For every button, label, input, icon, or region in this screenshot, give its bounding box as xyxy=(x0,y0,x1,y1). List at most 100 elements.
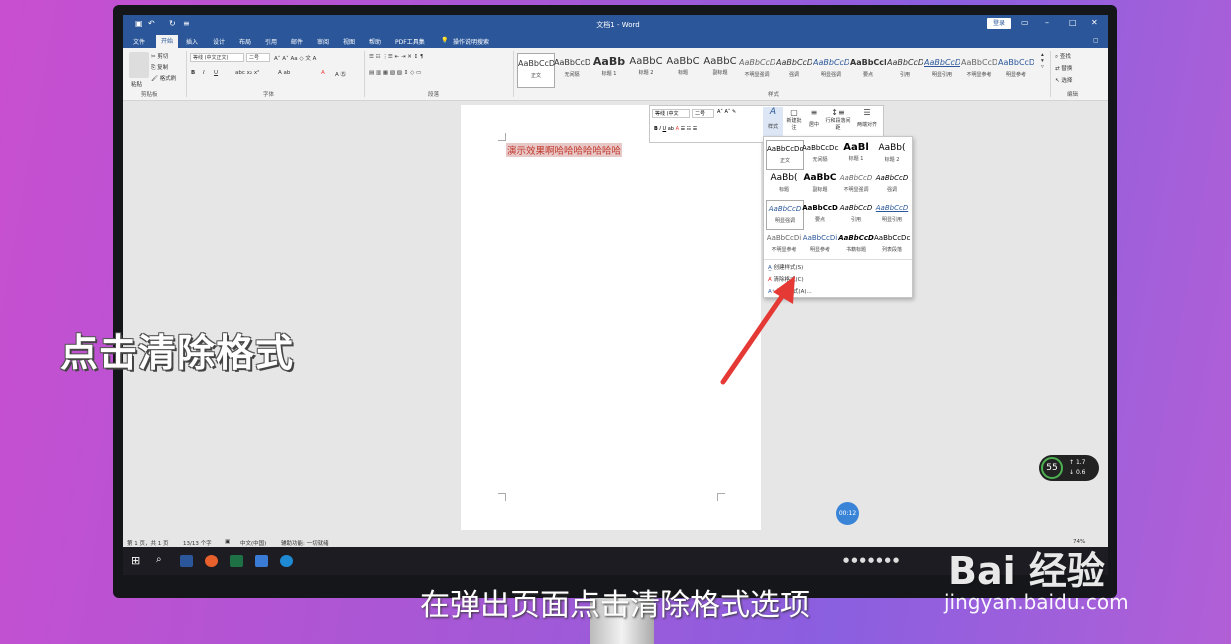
copy-button[interactable]: ⎘ 复制 xyxy=(151,63,168,72)
char-shading-icon[interactable]: A ㊄ xyxy=(335,70,346,78)
font-name-select[interactable]: 等线 (中文正文) xyxy=(190,53,244,62)
tab-references[interactable]: 引用 xyxy=(265,37,277,46)
popup-style-tile[interactable]: AaBl 标题 1 xyxy=(838,140,874,168)
redo-icon[interactable]: ↻ xyxy=(169,19,176,28)
minimize-icon[interactable]: – xyxy=(1045,18,1049,27)
popup-style-tile[interactable]: AaBbCcD 引用 xyxy=(838,200,874,228)
tab-mailings[interactable]: 邮件 xyxy=(291,37,303,46)
style-tile[interactable]: AaBb 标题 1 xyxy=(591,53,627,86)
system-tray-icons[interactable]: ● ● ● ● ● ● ● xyxy=(843,556,899,564)
tab-layout[interactable]: 布局 xyxy=(239,37,251,46)
selected-text[interactable]: 演示效果啊哈哈哈哈哈哈哈 xyxy=(506,143,623,157)
popup-style-tile[interactable]: AaBbCcDc 无间隔 xyxy=(802,140,838,168)
customize-icon[interactable]: ≡ xyxy=(183,19,190,28)
paste-icon[interactable] xyxy=(129,52,149,78)
tab-review[interactable]: 审阅 xyxy=(317,37,329,46)
edge-taskbar-icon[interactable] xyxy=(280,555,293,567)
popup-style-tile[interactable]: AaBbCcD 明显引用 xyxy=(874,200,910,228)
style-tile[interactable]: AaBbCcDc正文 xyxy=(517,53,555,88)
popup-style-tile[interactable]: AaBbCcDc 正文 xyxy=(766,140,804,170)
text-effects-icon[interactable]: A ab xyxy=(278,70,290,76)
excel-taskbar-icon[interactable] xyxy=(230,555,243,567)
mini-font-select[interactable]: 等线 (中文 xyxy=(652,109,690,118)
style-tile[interactable]: AaBbCcD 引用 xyxy=(887,53,923,86)
popup-style-tile[interactable]: AaBbCcDi 不明显参考 xyxy=(766,230,802,258)
style-tile[interactable]: AaBbCcD 明显引用 xyxy=(924,53,960,86)
grow-font-icon[interactable]: A˄ A˅ Aa ◇ 文 A xyxy=(274,54,316,62)
popup-style-tile[interactable]: AaBbCcDi 明显参考 xyxy=(802,230,838,258)
gallery-scroll-icon[interactable]: ▴ ▾ ▿ xyxy=(1041,52,1044,70)
divider xyxy=(764,259,912,260)
ribbon-options-icon[interactable]: ▭ xyxy=(1021,18,1029,27)
word-count[interactable]: 13/13 个字 xyxy=(183,539,212,547)
windows-start-icon[interactable]: ⊞ xyxy=(131,554,140,567)
strikethrough-icon[interactable]: abc x₂ x² xyxy=(235,70,259,76)
style-tile[interactable]: AaBbC 标题 2 xyxy=(628,53,664,86)
popup-style-tile[interactable]: AaBb(标题 xyxy=(766,170,802,198)
style-tile[interactable]: AaBbC 标题 xyxy=(665,53,701,86)
format-painter-button[interactable]: 🖌 格式刷 xyxy=(151,74,176,82)
language[interactable]: 中文(中国) xyxy=(240,539,266,547)
save-icon[interactable]: ▣ xyxy=(135,19,143,28)
proofing-icon[interactable]: ▣ xyxy=(225,539,230,545)
underline-icon[interactable]: U xyxy=(214,70,218,76)
login-button[interactable]: 登录 xyxy=(987,18,1011,29)
bullets-icon[interactable]: ☰ ☷ ⋮☰ ⇤ ⇥ ✕ ↕ ¶ xyxy=(369,54,423,60)
style-tile[interactable]: AaBbC 副标题 xyxy=(702,53,738,86)
maximize-icon[interactable]: □ xyxy=(1069,18,1077,27)
popup-style-tile[interactable]: AaBb(标题 2 xyxy=(874,140,910,168)
editing-group-label: 编辑 xyxy=(1067,92,1079,98)
tab-pdf-tools[interactable]: PDF工具集 xyxy=(395,37,425,46)
ribbon: 粘贴 ✂ 剪切 ⎘ 复制 🖌 格式刷 剪贴板 等线 (中文正文) 二号 A˄ A… xyxy=(123,48,1108,101)
mini-size-select[interactable]: 二号 xyxy=(692,109,714,118)
bold-icon[interactable]: B xyxy=(191,70,195,76)
cut-button[interactable]: ✂ 剪切 xyxy=(151,52,168,60)
italic-icon[interactable]: I xyxy=(203,70,205,76)
style-tile[interactable]: AaBbCcD 明显参考 xyxy=(998,53,1034,86)
mini-line-spacing-button[interactable]: ↕≡ 行和段落间距 xyxy=(825,108,851,131)
style-tile[interactable]: AaBbCcD 不明显参考 xyxy=(961,53,997,86)
clipboard-group-label: 剪贴板 xyxy=(141,92,158,98)
font-color-icon[interactable]: A xyxy=(321,70,325,76)
style-tile[interactable]: AaBbCcDc无间隔 xyxy=(554,53,590,86)
tab-home[interactable]: 开始 xyxy=(156,35,178,48)
popup-style-tile[interactable]: AaBbC 副标题 xyxy=(802,170,838,198)
replace-button[interactable]: ⇄ 替换 xyxy=(1055,64,1072,72)
app-taskbar-icon[interactable] xyxy=(205,555,218,567)
page-count[interactable]: 第 1 页，共 1 页 xyxy=(127,539,169,547)
comments-icon[interactable]: ▢ xyxy=(1093,37,1099,44)
accessibility-status[interactable]: 辅助功能: 一切就绪 xyxy=(281,539,329,547)
tab-view[interactable]: 视图 xyxy=(343,37,355,46)
popup-style-tile[interactable]: AaBbCcDc 列表段落 xyxy=(874,230,910,258)
popup-style-tile[interactable]: AaBbCcD 强调 xyxy=(874,170,910,198)
mini-format-icons[interactable]: B I U ab A ☰ ☷ ☰ xyxy=(654,126,697,132)
close-icon[interactable]: ✕ xyxy=(1091,18,1098,27)
find-label: 查找 xyxy=(1059,54,1071,60)
center-icon: ≡ xyxy=(810,108,818,117)
mini-grow-font-icon[interactable]: A˄ A˅ ✎ xyxy=(717,109,736,115)
search-icon[interactable]: ⌕ xyxy=(156,554,162,565)
mini-justify-button[interactable]: ☰ 两端对齐 xyxy=(853,108,881,128)
tell-me-search[interactable]: 操作说明搜索 xyxy=(453,37,489,46)
align-left-icon[interactable]: ▤ ▥ ▦ ▧ ▨ ↕ ◇ ▭ xyxy=(369,70,421,76)
tab-help[interactable]: 帮助 xyxy=(369,37,381,46)
undo-icon[interactable]: ↶ xyxy=(148,19,155,28)
find-button[interactable]: ⌕ 查找 xyxy=(1055,52,1071,61)
popup-style-tile[interactable]: AaBbCcD 明显强调 xyxy=(766,200,804,230)
font-size-select[interactable]: 二号 xyxy=(246,53,270,62)
popup-style-tile[interactable]: AaBbCcD 不明显强调 xyxy=(838,170,874,198)
popup-style-tile[interactable]: AaBbCcD 书籍标题 xyxy=(838,230,874,258)
style-tile[interactable]: AaBbCcD 不明显强调 xyxy=(739,53,775,86)
mini-center-button[interactable]: ≡ 居中 xyxy=(805,108,823,128)
word-taskbar-icon[interactable] xyxy=(180,555,193,567)
tab-insert[interactable]: 插入 xyxy=(186,37,198,46)
mini-new-comment-button[interactable]: ▢ 新建批注 xyxy=(785,108,803,131)
style-tile[interactable]: AaBbCcD 明显强调 xyxy=(813,53,849,86)
popup-style-tile[interactable]: AaBbCcD 要点 xyxy=(802,200,838,228)
select-button[interactable]: ↖ 选择 xyxy=(1055,76,1072,84)
tab-design[interactable]: 设计 xyxy=(213,37,225,46)
app-taskbar-icon[interactable] xyxy=(255,555,268,567)
style-tile[interactable]: AaBbCcD要点 xyxy=(850,53,886,86)
tab-file[interactable]: 文件 xyxy=(133,37,145,46)
style-tile[interactable]: AaBbCcD 强调 xyxy=(776,53,812,86)
